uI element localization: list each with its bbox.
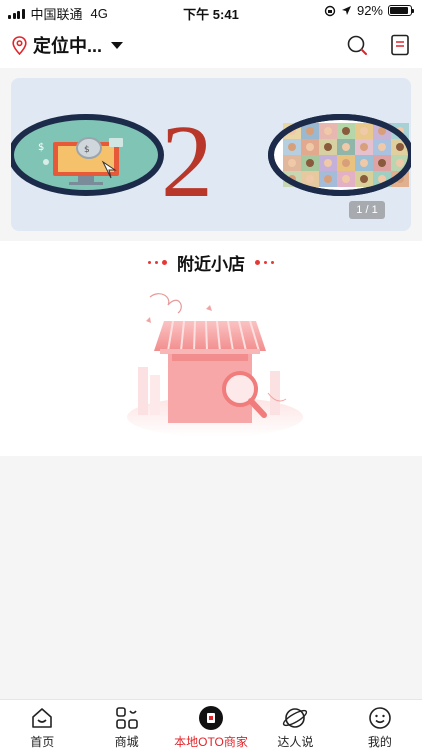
banner-pager: 1 / 1 (349, 201, 385, 219)
caret-down-icon (111, 41, 124, 49)
tab-mall[interactable]: 商城 (84, 700, 168, 750)
tab-label: 我的 (367, 735, 392, 749)
list-button[interactable] (388, 33, 412, 57)
empty-shop-illustration (127, 293, 303, 437)
local-merchant-icon (199, 706, 224, 730)
title-dots-left (148, 260, 167, 265)
promo-banner[interactable]: $ $ 2 1 / 1 (11, 78, 411, 231)
rotation-lock-icon (324, 5, 336, 16)
face-icon (369, 707, 391, 729)
tab-label: 首页 (30, 735, 55, 749)
location-arrow-icon (341, 6, 351, 15)
location-selector[interactable]: 定位中... (12, 32, 124, 58)
bottom-tab-bar: 首页 商城 本地OTO商家 达人说 我的 (0, 699, 422, 750)
search-icon (347, 35, 367, 55)
title-dots-right (255, 260, 274, 265)
tab-mine[interactable]: 我的 (338, 700, 422, 750)
tab-label: 本地OTO商家 (174, 735, 248, 749)
list-icon (391, 34, 409, 56)
svg-text:$: $ (38, 142, 44, 153)
section-title: 附近小店 (177, 255, 245, 274)
tab-talent[interactable]: 达人说 (253, 700, 337, 750)
tab-local-merchant[interactable]: 本地OTO商家 (169, 700, 253, 750)
mall-icon (115, 707, 138, 729)
tab-label: 达人说 (277, 735, 314, 749)
search-button[interactable] (345, 33, 369, 57)
home-icon (32, 708, 53, 728)
location-label: 定位中... (33, 36, 103, 56)
tab-home[interactable]: 首页 (0, 700, 84, 750)
battery-percent: 92% (356, 3, 383, 18)
nearby-shops-section: 附近小店 (0, 241, 422, 456)
o2o-number: 2 (161, 104, 213, 219)
status-bar: 中国联通 4G 下午 5:41 92% (0, 0, 422, 22)
location-pin-icon (12, 35, 27, 55)
tab-label: 商城 (114, 735, 139, 749)
battery-icon (388, 5, 414, 16)
top-header: 定位中... (0, 22, 422, 68)
planet-icon (283, 708, 308, 728)
svg-text:$: $ (84, 145, 90, 155)
